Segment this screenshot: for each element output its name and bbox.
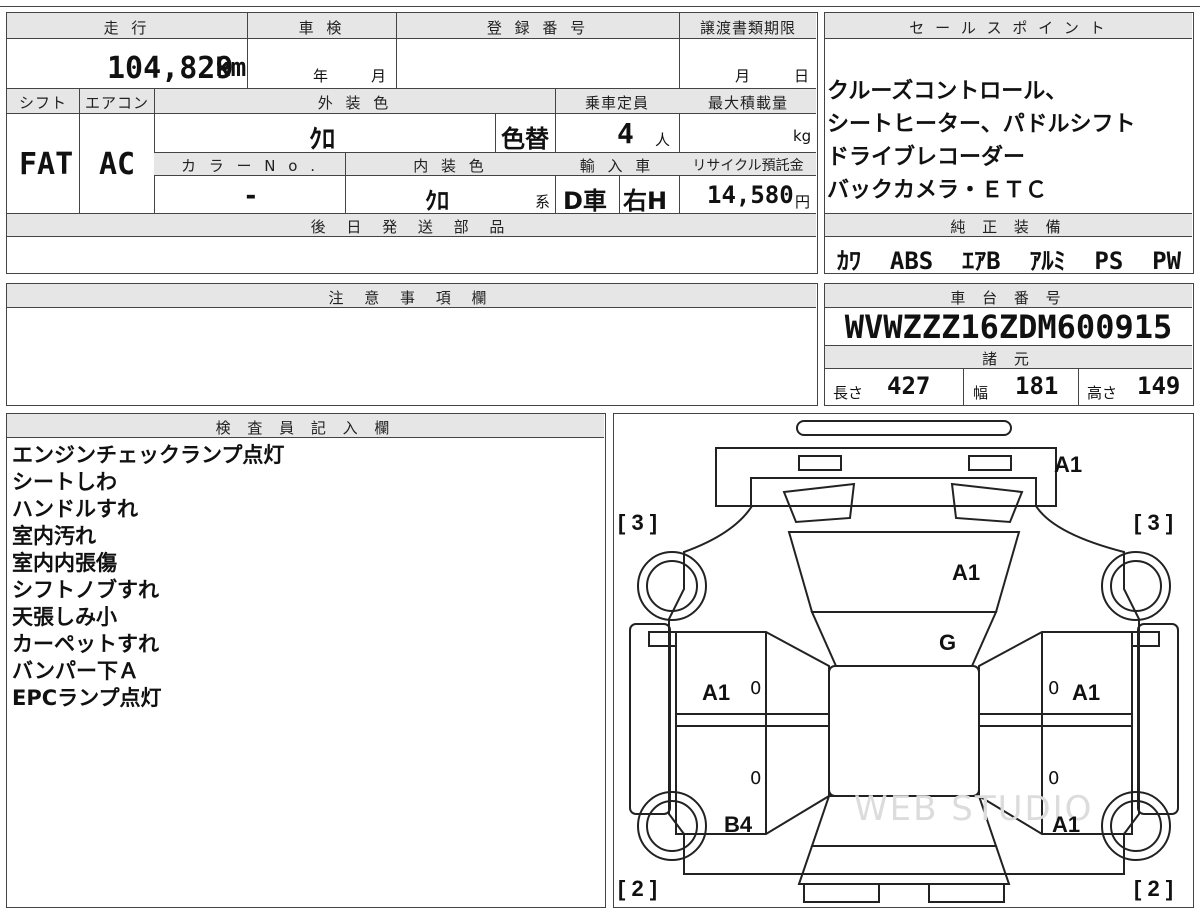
caution-label: 注 意 事 項 欄 bbox=[328, 289, 495, 307]
sales-point-line: バックカメラ・ＥＴＣ bbox=[827, 178, 1048, 203]
zero-mark: 0 bbox=[750, 768, 762, 789]
inspection-month: 月 bbox=[371, 67, 387, 85]
inspector-label: 検 査 員 記 入 欄 bbox=[215, 419, 396, 437]
specs-label: 諸 元 bbox=[982, 350, 1035, 368]
tread-front-left: [ 3 ] bbox=[618, 510, 658, 535]
length-value: 427 bbox=[887, 372, 931, 400]
zero-mark: 0 bbox=[1048, 768, 1060, 789]
shift-label: シフト bbox=[18, 94, 67, 112]
exterior-color-label: 外 装 色 bbox=[317, 94, 393, 112]
code-hood: A1 bbox=[952, 560, 981, 585]
code-left-rear: B4 bbox=[724, 812, 753, 837]
inspector-box: 検 査 員 記 入 欄 エンジンチェックランプ点灯 シートしわ ハンドルすれ 室… bbox=[6, 413, 606, 908]
steering-value: 右H bbox=[623, 187, 668, 215]
height-label: 高さ bbox=[1087, 384, 1118, 402]
inspector-note: 室内内張傷 bbox=[12, 551, 117, 575]
color-no-label: カ ラ ー N o . bbox=[180, 157, 319, 175]
zero-mark: 0 bbox=[1048, 678, 1060, 699]
car-diagram-box: WEB STUDIO A1 A1 G A1 A1 B4 A1 0 0 0 0 [… bbox=[613, 413, 1194, 908]
repaint-value: 色替 bbox=[501, 125, 549, 153]
tread-rear-right: [ 2 ] bbox=[1134, 876, 1174, 901]
sales-point-label: セ ー ル ス ポ イ ン ト bbox=[909, 19, 1108, 37]
inspector-note: シートしわ bbox=[12, 470, 117, 494]
chassis-box: 車 台 番 号 WVWZZZ16ZDM600915 諸 元 長さ 427 幅 1… bbox=[824, 283, 1194, 406]
car-diagram bbox=[629, 420, 1179, 903]
inspector-note: カーペットすれ bbox=[12, 632, 159, 656]
code-left-front-door: A1 bbox=[702, 680, 731, 705]
height-value: 149 bbox=[1137, 372, 1181, 400]
inspector-note: EPCランプ点灯 bbox=[12, 686, 162, 710]
import-value: D車 bbox=[563, 187, 607, 215]
top-clipped-line bbox=[0, 6, 1200, 7]
sales-point-box: セ ー ル ス ポ イ ン ト クルーズコントロール、 シートヒーター、パドルシ… bbox=[824, 12, 1194, 275]
exterior-color-value: ｸﾛ bbox=[309, 125, 336, 155]
mileage-label: 走 行 bbox=[103, 19, 151, 37]
recycle-label: リサイクル預託金 bbox=[692, 158, 804, 174]
transfer-label: 譲渡書類期限 bbox=[699, 19, 796, 37]
recycle-value: 14,580 bbox=[707, 181, 794, 209]
chassis-label: 車 台 番 号 bbox=[950, 289, 1067, 307]
length-label: 長さ bbox=[833, 384, 864, 402]
transfer-month: 月 bbox=[735, 67, 751, 85]
code-windshield: G bbox=[939, 630, 957, 655]
transfer-day: 日 bbox=[794, 67, 810, 85]
interior-color-value: ｸﾛ bbox=[425, 187, 449, 215]
width-value: 181 bbox=[1015, 372, 1059, 400]
zero-mark: 0 bbox=[750, 678, 762, 699]
inspector-note: バンパー下Ａ bbox=[12, 659, 140, 683]
vehicle-info-table: 走 行 車 検 登 録 番 号 譲渡書類期限 104,829 km 年 月 月 … bbox=[6, 12, 818, 274]
inspection-label: 車 検 bbox=[298, 19, 346, 37]
sales-point-line: クルーズコントロール、 bbox=[827, 79, 1068, 104]
inspector-note: 天張しみ小 bbox=[12, 605, 117, 629]
inspector-note: シフトノブすれ bbox=[12, 578, 159, 602]
capacity-value: 4 bbox=[617, 117, 634, 150]
tread-front-right: [ 3 ] bbox=[1134, 510, 1174, 535]
registration-label: 登 録 番 号 bbox=[486, 19, 590, 37]
interior-color-label: 内 装 色 bbox=[413, 157, 488, 175]
ac-value: AC bbox=[99, 147, 136, 182]
equipment-value: ｶﾜ ABS ｴｱB ｱﾙﾐ PS PW bbox=[837, 247, 1182, 275]
max-load-label: 最大積載量 bbox=[707, 94, 788, 112]
ac-label: エアコン bbox=[84, 94, 149, 112]
equipment-label: 純 正 装 備 bbox=[950, 218, 1067, 236]
inspection-year: 年 bbox=[313, 67, 329, 85]
width-label: 幅 bbox=[973, 384, 989, 402]
inspector-note: エンジンチェックランプ点灯 bbox=[12, 443, 285, 467]
capacity-unit: 人 bbox=[655, 131, 671, 149]
code-right-front-door: A1 bbox=[1072, 680, 1101, 705]
chassis-number: WVWZZZ16ZDM600915 bbox=[844, 308, 1173, 346]
max-load-unit: kg bbox=[793, 127, 812, 145]
capacity-label: 乗車定員 bbox=[584, 94, 649, 112]
recycle-unit: 円 bbox=[795, 193, 811, 211]
shift-value: FAT bbox=[19, 147, 74, 182]
inspector-note: 室内汚れ bbox=[12, 524, 96, 548]
interior-suffix: 系 bbox=[535, 193, 551, 211]
code-right-rear: A1 bbox=[1052, 812, 1081, 837]
inspector-note: ハンドルすれ bbox=[12, 497, 138, 521]
sales-point-line: シートヒーター、パドルシフト bbox=[827, 112, 1136, 137]
tread-rear-left: [ 2 ] bbox=[618, 876, 658, 901]
later-parts-label: 後 日 発 送 部 品 bbox=[310, 218, 513, 236]
color-no-value: - bbox=[243, 181, 259, 211]
code-front-bumper: A1 bbox=[1054, 452, 1083, 477]
caution-box: 注 意 事 項 欄 bbox=[6, 283, 818, 406]
import-label: 輸 入 車 bbox=[579, 157, 655, 175]
mileage-unit: km bbox=[215, 53, 247, 83]
sales-point-line: ドライブレコーダー bbox=[827, 145, 1026, 170]
